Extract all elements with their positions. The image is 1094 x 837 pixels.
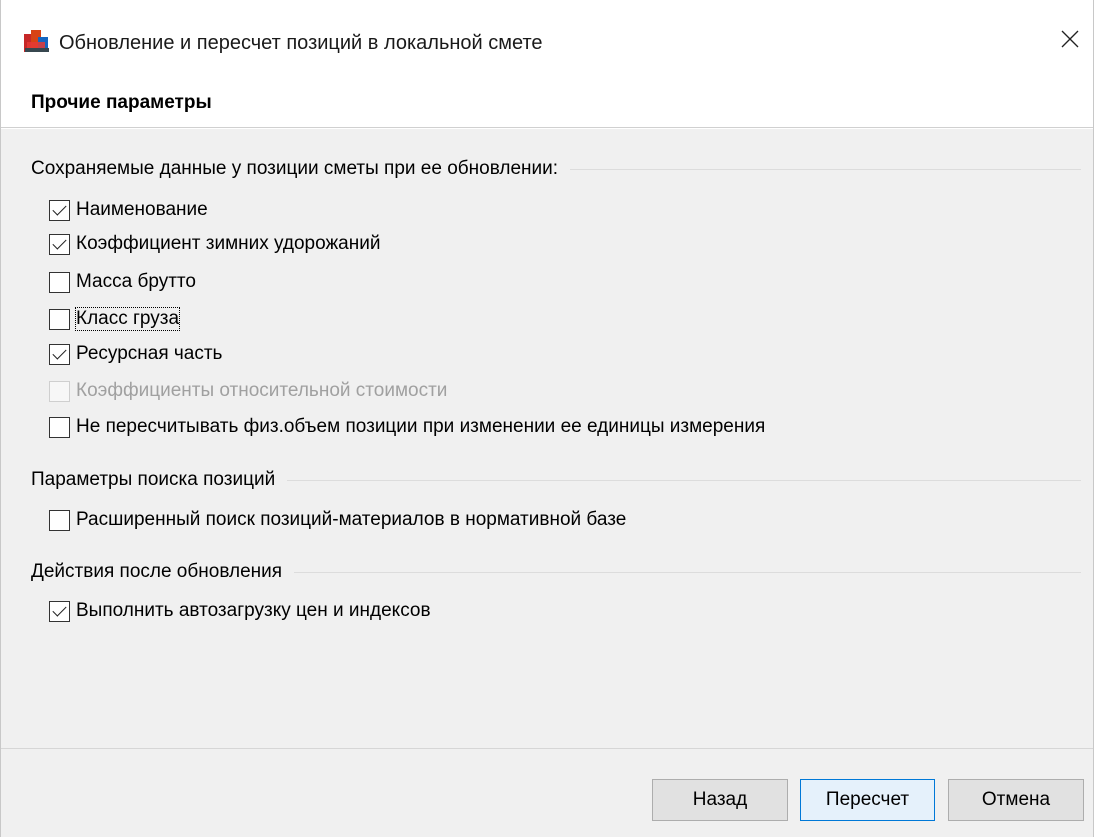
- checkbox-row-autoload-prices[interactable]: Выполнить автозагрузку цен и индексов: [49, 597, 431, 625]
- cancel-button[interactable]: Отмена: [948, 779, 1084, 821]
- dialog-window: Обновление и пересчет позиций в локально…: [0, 0, 1094, 837]
- checkbox-row-cargo-class[interactable]: Класс груза: [49, 305, 181, 333]
- checkbox-row-gross-mass[interactable]: Масса брутто: [49, 268, 196, 296]
- group-divider: [294, 571, 1081, 573]
- group-header-saved-data: Сохраняемые данные у позиции сметы при е…: [31, 158, 1081, 180]
- group-label: Параметры поиска позиций: [31, 469, 276, 490]
- checkbox[interactable]: [49, 509, 70, 531]
- checkbox[interactable]: [49, 233, 70, 255]
- checkbox-label: Класс груза: [74, 307, 181, 331]
- group-divider: [287, 479, 1081, 481]
- checkbox-row-relative-cost: Коэффициенты относительной стоимости: [49, 377, 447, 405]
- checkbox[interactable]: [49, 199, 70, 221]
- checkbox-label: Не пересчитывать физ.объем позиции при и…: [76, 416, 766, 437]
- header-panel: Прочие параметры: [1, 76, 1093, 128]
- checkbox-row-name[interactable]: Наименование: [49, 196, 208, 224]
- back-button[interactable]: Назад: [652, 779, 788, 821]
- checkbox[interactable]: [49, 600, 70, 622]
- checkbox[interactable]: [49, 308, 70, 330]
- checkbox: [49, 380, 70, 402]
- checkbox-label: Коэффициент зимних удорожаний: [76, 233, 381, 254]
- checkbox-label: Коэффициенты относительной стоимости: [76, 380, 448, 401]
- window-title: Обновление и пересчет позиций в локально…: [59, 32, 543, 54]
- checkbox-label: Расширенный поиск позиций-материалов в н…: [76, 509, 627, 530]
- checkbox-row-winter-coef[interactable]: Коэффициент зимних удорожаний: [49, 230, 380, 258]
- group-header-after-update: Действия после обновления: [31, 561, 1081, 583]
- checkbox-label: Ресурсная часть: [76, 343, 223, 364]
- close-icon: [1061, 30, 1079, 48]
- checkbox-row-no-recalc-volume[interactable]: Не пересчитывать физ.объем позиции при и…: [49, 413, 765, 441]
- checkbox-row-extended-search[interactable]: Расширенный поиск позиций-материалов в н…: [49, 506, 626, 534]
- group-label: Сохраняемые данные у позиции сметы при е…: [31, 158, 559, 179]
- title-bar: Обновление и пересчет позиций в локально…: [1, 0, 1093, 76]
- close-button[interactable]: [1047, 18, 1093, 60]
- content-panel: Сохраняемые данные у позиции сметы при е…: [1, 129, 1093, 748]
- checkbox-label: Выполнить автозагрузку цен и индексов: [76, 600, 431, 621]
- page-title: Прочие параметры: [31, 92, 212, 113]
- group-divider: [570, 168, 1081, 170]
- recalc-button[interactable]: Пересчет: [800, 779, 935, 821]
- button-bar: Назад Пересчет Отмена: [1, 748, 1093, 837]
- checkbox[interactable]: [49, 271, 70, 293]
- app-icon: [23, 28, 51, 54]
- checkbox-label: Наименование: [76, 199, 208, 220]
- checkbox[interactable]: [49, 343, 70, 365]
- checkbox-label: Масса брутто: [76, 271, 196, 292]
- checkbox-row-resource-part[interactable]: Ресурсная часть: [49, 340, 222, 368]
- group-label: Действия после обновления: [31, 561, 283, 582]
- checkbox[interactable]: [49, 416, 70, 438]
- group-header-search: Параметры поиска позиций: [31, 469, 1081, 491]
